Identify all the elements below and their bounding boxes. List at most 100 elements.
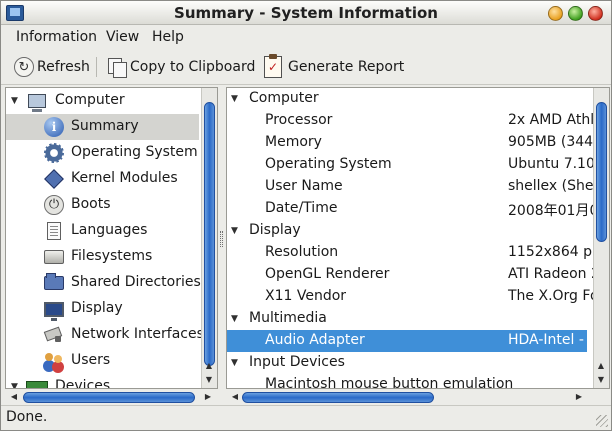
sidebar-item-label: Languages: [71, 222, 148, 238]
resize-grip-icon[interactable]: [596, 415, 608, 427]
expander-down-icon[interactable]: ▼: [231, 314, 238, 324]
expander-down-icon[interactable]: ▼: [231, 94, 238, 104]
details-horizontal-scrollbar[interactable]: ◀ ▶: [226, 389, 610, 405]
refresh-label: Refresh: [37, 59, 90, 75]
scroll-left-arrow-icon[interactable]: ◀: [228, 391, 242, 403]
sidebar-item-operating-system[interactable]: Operating System: [6, 140, 199, 166]
scroll-right-arrow-icon[interactable]: ▶: [201, 391, 215, 403]
details-scroll-thumb[interactable]: [596, 102, 607, 242]
expander-down-icon[interactable]: ▼: [231, 358, 238, 368]
info-icon: i: [43, 116, 65, 138]
report-label: Generate Report: [288, 59, 405, 75]
detail-row-user-name[interactable]: User Name shellex (Shel: [227, 176, 597, 198]
section-title: Display: [249, 222, 301, 238]
details-tree[interactable]: ▼ Computer Processor 2x AMD Athl Memory …: [226, 87, 610, 389]
section-multimedia[interactable]: ▼ Multimedia: [227, 308, 587, 330]
detail-key: Operating System: [265, 156, 392, 172]
detail-key: X11 Vendor: [265, 288, 347, 304]
sidebar-item-label: Boots: [71, 196, 111, 212]
sidebar-item-label: Shared Directories: [71, 274, 201, 290]
expander-down-icon[interactable]: ▼: [11, 96, 21, 106]
scroll-up-arrow-icon[interactable]: ▲: [202, 360, 216, 372]
copy-icon: [107, 57, 127, 78]
details-vertical-scrollbar[interactable]: ▲ ▼: [593, 88, 609, 388]
title-bar[interactable]: Summary - System Information: [1, 1, 611, 25]
detail-key: User Name: [265, 178, 343, 194]
section-title: Multimedia: [249, 310, 327, 326]
detail-key: Macintosh mouse button emulation: [265, 376, 514, 389]
scroll-right-arrow-icon[interactable]: ▶: [572, 391, 586, 403]
sidebar-item-label: Summary: [71, 118, 139, 134]
section-input-devices[interactable]: ▼ Input Devices: [227, 352, 587, 374]
detail-value: HDA-Intel - H: [508, 332, 599, 348]
sidebar-item-label: Filesystems: [71, 248, 153, 264]
scroll-up-arrow-icon[interactable]: ▲: [594, 360, 608, 372]
drive-icon: [43, 246, 65, 268]
sidebar-vertical-scrollbar[interactable]: ▲ ▼: [201, 88, 217, 388]
tree-label-devices: Devices: [55, 378, 111, 389]
sidebar-item-display[interactable]: Display: [6, 296, 199, 322]
sidebar-item-filesystems[interactable]: Filesystems: [6, 244, 199, 270]
copy-to-clipboard-button[interactable]: Copy to Clipboard: [107, 54, 255, 80]
detail-row-mouse-emulation[interactable]: Macintosh mouse button emulation: [227, 374, 587, 389]
detail-value: 2x AMD Athl: [508, 112, 595, 128]
detail-row-memory[interactable]: Memory 905MB (344M: [227, 132, 605, 154]
refresh-icon: ↻: [14, 57, 34, 77]
clipboard-checklist-icon: [264, 54, 282, 78]
status-bar: Done.: [1, 405, 611, 430]
menu-help[interactable]: Help: [152, 29, 184, 45]
menu-view[interactable]: View: [106, 29, 139, 45]
pane-splitter-handle[interactable]: [219, 231, 224, 247]
sidebar-tree[interactable]: ▼ Computer i Summary Operating System Ke…: [5, 87, 218, 389]
menu-information[interactable]: Information: [16, 29, 97, 45]
detail-row-opengl-renderer[interactable]: OpenGL Renderer ATI Radeon 2: [227, 264, 600, 286]
copy-label: Copy to Clipboard: [130, 59, 256, 75]
gear-icon: [43, 142, 65, 164]
section-computer[interactable]: ▼ Computer: [227, 88, 587, 110]
sidebar-item-network-interfaces[interactable]: Network Interfaces: [6, 322, 204, 348]
kernel-icon: [43, 168, 65, 190]
close-button[interactable]: [588, 6, 603, 21]
tree-node-computer[interactable]: ▼ Computer: [6, 88, 199, 114]
sidebar-item-users[interactable]: Users: [6, 348, 199, 374]
maximize-button[interactable]: [568, 6, 583, 21]
section-title: Computer: [249, 90, 319, 106]
expander-down-icon[interactable]: ▼: [11, 382, 21, 388]
detail-row-x11-vendor[interactable]: X11 Vendor The X.Org Fo: [227, 286, 599, 308]
detail-row-resolution[interactable]: Resolution 1152x864 pixe: [227, 242, 609, 264]
sidebar-hscroll-thumb[interactable]: [23, 392, 195, 403]
details-hscroll-thumb[interactable]: [242, 392, 434, 403]
sidebar-horizontal-scrollbar[interactable]: ◀ ▶: [5, 389, 218, 405]
scroll-down-arrow-icon[interactable]: ▼: [594, 374, 608, 386]
section-display[interactable]: ▼ Display: [227, 220, 587, 242]
scroll-left-arrow-icon[interactable]: ◀: [7, 391, 21, 403]
detail-value: 905MB (344M: [508, 134, 606, 150]
detail-row-audio-adapter[interactable]: Audio Adapter HDA-Intel - H: [227, 330, 599, 352]
sidebar-item-label: Network Interfaces: [71, 326, 204, 342]
generate-report-button[interactable]: Generate Report: [264, 54, 404, 80]
tree-node-devices[interactable]: ▼ Devices: [6, 374, 199, 389]
sidebar-item-languages[interactable]: Languages: [6, 218, 199, 244]
folder-icon: [43, 272, 65, 294]
computer-icon: [26, 90, 48, 112]
sidebar-scroll-thumb[interactable]: [204, 102, 215, 366]
detail-row-date-time[interactable]: Date/Time 2008年01月06: [227, 198, 607, 220]
scroll-down-arrow-icon[interactable]: ▼: [202, 374, 216, 386]
detail-key: Memory: [265, 134, 322, 150]
detail-value: shellex (Shel: [508, 178, 598, 194]
menu-bar: Information View Help: [1, 26, 611, 48]
document-icon: [43, 220, 65, 242]
sidebar-item-boots[interactable]: ⏻ Boots: [6, 192, 199, 218]
detail-row-operating-system[interactable]: Operating System Ubuntu 7.10: [227, 154, 595, 176]
section-title: Input Devices: [249, 354, 345, 370]
refresh-button[interactable]: ↻ Refresh: [14, 54, 90, 80]
detail-row-processor[interactable]: Processor 2x AMD Athl: [227, 110, 594, 132]
expander-down-icon[interactable]: ▼: [231, 226, 238, 236]
sidebar-item-summary[interactable]: i Summary: [6, 114, 199, 140]
window-title: Summary - System Information: [174, 4, 438, 22]
sidebar-item-label: Users: [71, 352, 111, 368]
sidebar-item-kernel-modules[interactable]: Kernel Modules: [6, 166, 199, 192]
detail-key: OpenGL Renderer: [265, 266, 390, 282]
minimize-button[interactable]: [548, 6, 563, 21]
sidebar-item-shared-directories[interactable]: Shared Directories: [6, 270, 201, 296]
